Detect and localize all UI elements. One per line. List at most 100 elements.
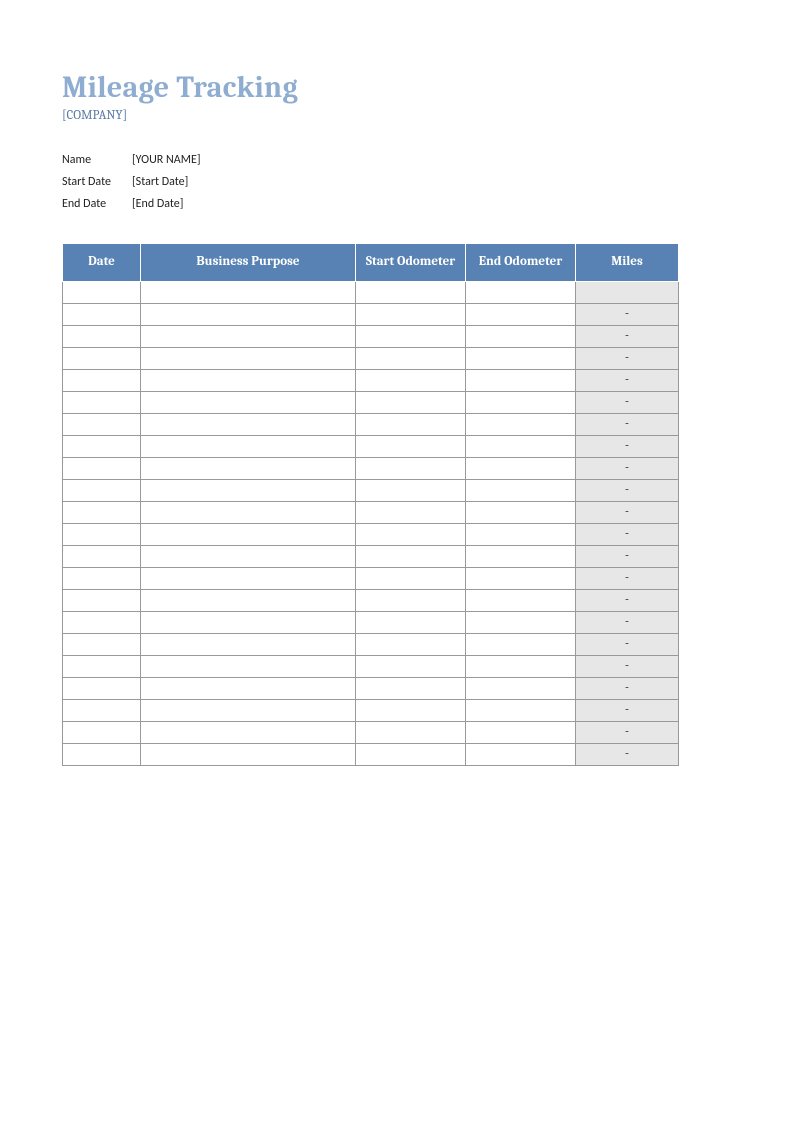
cell-start-odometer <box>356 655 466 677</box>
cell-date <box>63 501 141 523</box>
col-date: Date <box>63 243 141 281</box>
cell-purpose <box>141 655 356 677</box>
table-row: - <box>63 479 679 501</box>
cell-purpose <box>141 325 356 347</box>
cell-date <box>63 325 141 347</box>
cell-purpose <box>141 545 356 567</box>
mileage-table: Date Business Purpose Start Odometer End… <box>62 243 679 766</box>
cell-start-odometer <box>356 523 466 545</box>
cell-purpose <box>141 677 356 699</box>
cell-end-odometer <box>466 413 576 435</box>
cell-purpose <box>141 743 356 765</box>
info-block: Name [YOUR NAME] Start Date [Start Date]… <box>62 149 733 215</box>
end-date-value: [End Date] <box>132 193 183 215</box>
cell-purpose <box>141 281 356 303</box>
cell-date <box>63 633 141 655</box>
cell-purpose <box>141 457 356 479</box>
table-row: - <box>63 501 679 523</box>
table-row: - <box>63 413 679 435</box>
cell-miles: - <box>576 391 679 413</box>
col-end-odometer: End Odometer <box>466 243 576 281</box>
table-row: - <box>63 391 679 413</box>
table-row: - <box>63 699 679 721</box>
cell-miles: - <box>576 611 679 633</box>
table-row: - <box>63 721 679 743</box>
cell-miles: - <box>576 347 679 369</box>
table-body: --------------------- <box>63 281 679 765</box>
table-row: - <box>63 523 679 545</box>
page: Mileage Tracking [COMPANY] Name [YOUR NA… <box>0 0 795 826</box>
name-label: Name <box>62 149 132 171</box>
cell-start-odometer <box>356 457 466 479</box>
start-date-label: Start Date <box>62 171 132 193</box>
table-row: - <box>63 655 679 677</box>
cell-miles: - <box>576 545 679 567</box>
table-row: - <box>63 369 679 391</box>
cell-miles: - <box>576 303 679 325</box>
cell-purpose <box>141 633 356 655</box>
table-row: - <box>63 347 679 369</box>
cell-end-odometer <box>466 677 576 699</box>
table-row: - <box>63 589 679 611</box>
cell-start-odometer <box>356 545 466 567</box>
cell-date <box>63 589 141 611</box>
cell-start-odometer <box>356 325 466 347</box>
table-row: - <box>63 457 679 479</box>
cell-start-odometer <box>356 347 466 369</box>
cell-end-odometer <box>466 611 576 633</box>
cell-end-odometer <box>466 391 576 413</box>
cell-date <box>63 545 141 567</box>
cell-purpose <box>141 501 356 523</box>
cell-miles: - <box>576 369 679 391</box>
cell-end-odometer <box>466 479 576 501</box>
cell-miles: - <box>576 325 679 347</box>
info-row-name: Name [YOUR NAME] <box>62 149 733 171</box>
table-row: - <box>63 303 679 325</box>
cell-end-odometer <box>466 303 576 325</box>
cell-start-odometer <box>356 391 466 413</box>
cell-date <box>63 347 141 369</box>
cell-date <box>63 677 141 699</box>
cell-purpose <box>141 369 356 391</box>
cell-miles: - <box>576 501 679 523</box>
cell-date <box>63 721 141 743</box>
table-row: - <box>63 325 679 347</box>
cell-start-odometer <box>356 721 466 743</box>
cell-purpose <box>141 347 356 369</box>
cell-date <box>63 699 141 721</box>
cell-end-odometer <box>466 369 576 391</box>
cell-end-odometer <box>466 435 576 457</box>
page-title: Mileage Tracking <box>62 72 733 104</box>
cell-miles: - <box>576 677 679 699</box>
cell-date <box>63 303 141 325</box>
table-row: - <box>63 633 679 655</box>
cell-purpose <box>141 413 356 435</box>
cell-start-odometer <box>356 699 466 721</box>
cell-date <box>63 281 141 303</box>
cell-date <box>63 413 141 435</box>
cell-date <box>63 523 141 545</box>
cell-miles: - <box>576 721 679 743</box>
cell-date <box>63 655 141 677</box>
cell-miles: - <box>576 655 679 677</box>
cell-date <box>63 369 141 391</box>
cell-purpose <box>141 589 356 611</box>
cell-end-odometer <box>466 699 576 721</box>
cell-start-odometer <box>356 281 466 303</box>
cell-miles: - <box>576 699 679 721</box>
col-miles: Miles <box>576 243 679 281</box>
cell-start-odometer <box>356 413 466 435</box>
company-placeholder: [COMPANY] <box>62 108 733 123</box>
table-row: - <box>63 677 679 699</box>
cell-miles: - <box>576 523 679 545</box>
cell-start-odometer <box>356 501 466 523</box>
cell-start-odometer <box>356 633 466 655</box>
cell-purpose <box>141 303 356 325</box>
col-start-odometer: Start Odometer <box>356 243 466 281</box>
cell-purpose <box>141 699 356 721</box>
table-row: - <box>63 743 679 765</box>
cell-purpose <box>141 479 356 501</box>
cell-start-odometer <box>356 589 466 611</box>
cell-start-odometer <box>356 479 466 501</box>
cell-end-odometer <box>466 545 576 567</box>
